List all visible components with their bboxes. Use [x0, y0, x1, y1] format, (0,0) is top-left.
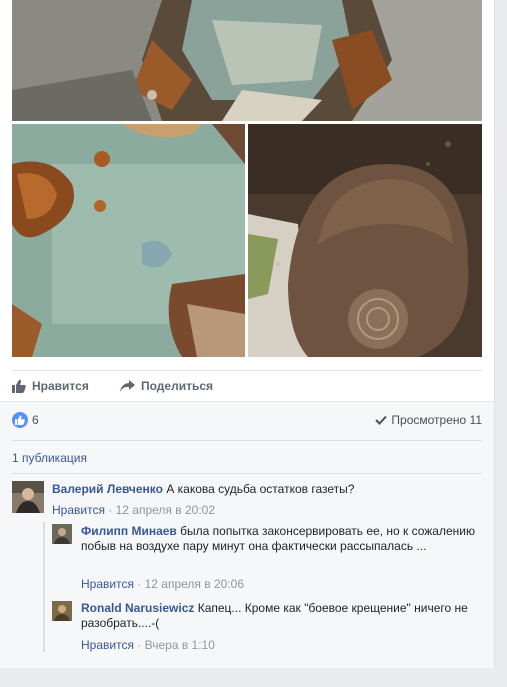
divider: [12, 473, 482, 474]
post-photo-rust[interactable]: [12, 124, 245, 357]
comment-like-link[interactable]: Нравится: [52, 503, 105, 517]
post-photo-top[interactable]: [12, 0, 482, 121]
comment-author[interactable]: Валерий Левченко: [52, 482, 163, 496]
checkmark-icon: [375, 415, 388, 425]
share-button[interactable]: Поделиться: [120, 379, 213, 393]
reply-thread-line: [43, 522, 45, 652]
reaction-count[interactable]: 6: [32, 413, 39, 427]
meta-separator: ·: [133, 577, 145, 591]
like-button-label: Нравится: [32, 379, 89, 393]
share-arrow-icon: [120, 379, 135, 392]
divider: [12, 440, 482, 441]
reply-item: Филипп Минаев была попытка законсервиров…: [52, 524, 482, 594]
comment-like-link[interactable]: Нравится: [81, 638, 134, 652]
like-button[interactable]: Нравится: [12, 379, 89, 393]
comment-author[interactable]: Ronald Narusiewicz: [81, 601, 194, 615]
avatar[interactable]: [52, 601, 72, 621]
comment-timestamp[interactable]: 12 апреля в 20:02: [116, 503, 215, 517]
reactions-row: 6 Просмотрено 11: [12, 412, 482, 432]
shares-link[interactable]: 1 публикация: [12, 451, 87, 465]
comment-text: А какова судьба остатков газеты?: [166, 482, 355, 496]
post-action-bar: Нравится Поделиться: [12, 370, 482, 402]
comment-author[interactable]: Филипп Минаев: [81, 524, 177, 538]
thumbs-up-icon: [12, 379, 26, 393]
seen-label: Просмотрено 11: [391, 413, 482, 427]
share-button-label: Поделиться: [141, 379, 214, 393]
like-reaction-icon[interactable]: [12, 412, 28, 428]
comment-timestamp[interactable]: 12 апреля в 20:06: [145, 577, 244, 591]
avatar[interactable]: [12, 481, 44, 513]
meta-separator: ·: [133, 638, 145, 652]
reply-item: Ronald Narusiewicz Капец... Кроме как "б…: [52, 601, 482, 656]
comment-item: Валерий Левченко А какова судьба остатко…: [12, 481, 482, 521]
comment-timestamp[interactable]: Вчера в 1:10: [145, 638, 215, 652]
avatar[interactable]: [52, 524, 72, 544]
seen-by[interactable]: Просмотрено 11: [375, 413, 482, 427]
post-photo-helmet[interactable]: [248, 124, 482, 357]
comment-like-link[interactable]: Нравится: [81, 577, 134, 591]
meta-separator: ·: [104, 503, 116, 517]
